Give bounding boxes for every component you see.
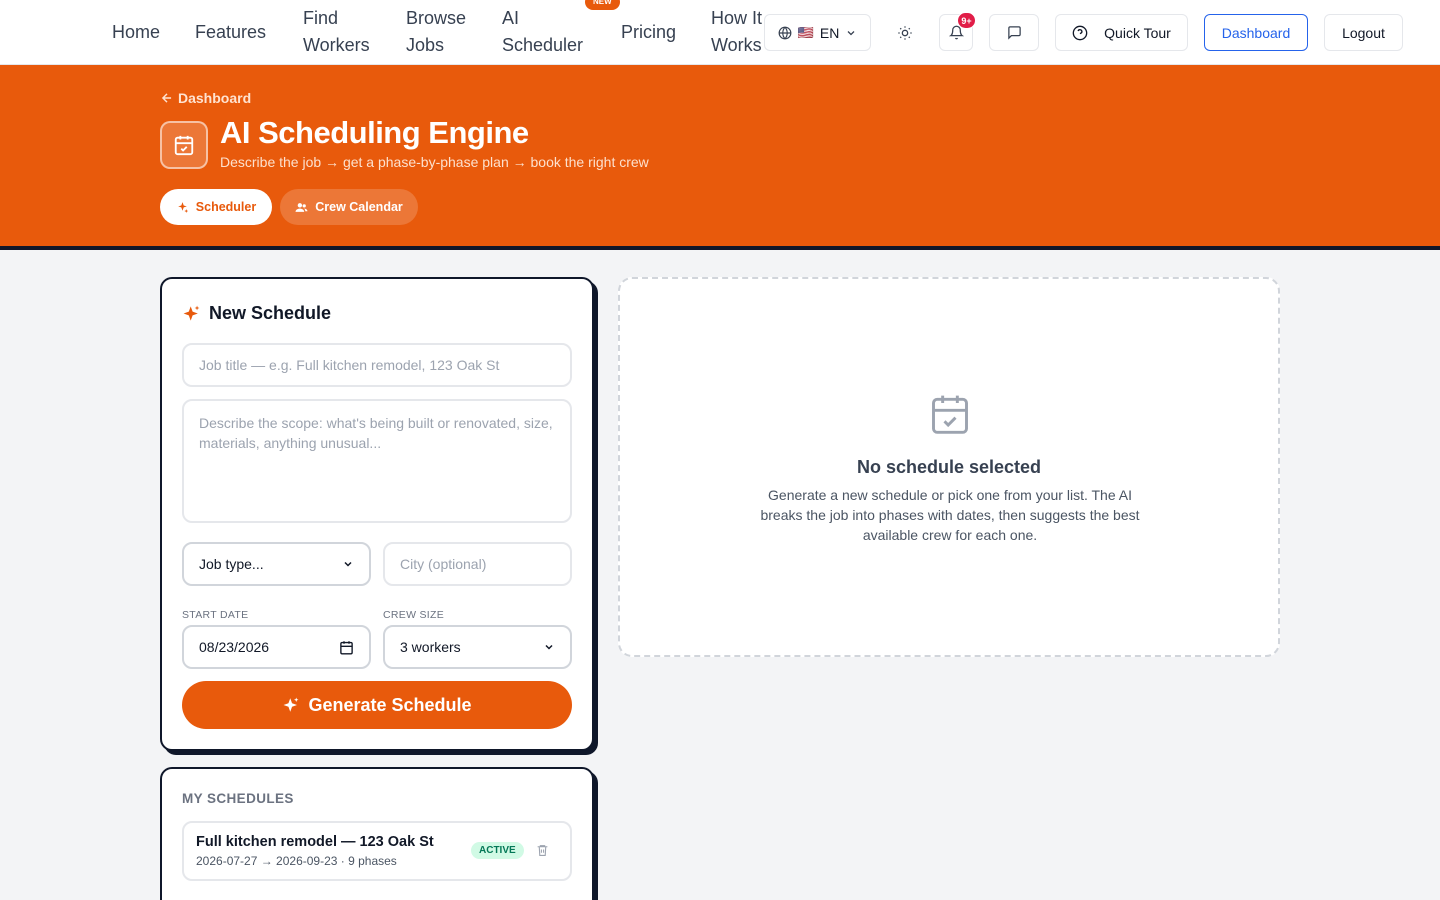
nav-find-workers[interactable]: Find Workers xyxy=(303,5,388,59)
nav-how-it-works[interactable]: How It Works xyxy=(711,5,767,59)
chevron-down-icon xyxy=(543,641,555,653)
tab-scheduler[interactable]: Scheduler xyxy=(160,189,272,225)
job-type-value: Job type... xyxy=(199,556,264,572)
arrow-left-icon xyxy=(160,91,174,105)
page-subtitle: Describe the job → get a phase-by-phase … xyxy=(220,154,649,170)
generate-schedule-button[interactable]: Generate Schedule xyxy=(182,681,572,729)
globe-icon xyxy=(778,26,792,40)
sparkle-icon xyxy=(176,201,189,214)
start-date-value: 08/23/2026 xyxy=(199,639,270,655)
new-schedule-title: New Schedule xyxy=(209,303,332,323)
schedule-list-item[interactable]: Full kitchen remodel — 123 Oak St 2026-0… xyxy=(182,821,572,881)
help-circle-icon xyxy=(1072,25,1088,41)
quick-tour-button[interactable]: Quick Tour xyxy=(1055,14,1188,51)
page-title: AI Scheduling Engine xyxy=(220,115,529,150)
nav-features[interactable]: Features xyxy=(195,19,266,46)
new-schedule-card: New Schedule Job title — e.g. Full kitch… xyxy=(160,277,594,751)
calendar-check-icon xyxy=(928,391,972,442)
nav-home[interactable]: Home xyxy=(112,19,160,46)
crew-size-value: 3 workers xyxy=(400,639,461,655)
language-selector[interactable]: 🇺🇸 EN xyxy=(764,14,871,51)
sparkle-icon xyxy=(182,304,201,323)
logout-button[interactable]: Logout xyxy=(1324,14,1403,51)
messages-button[interactable] xyxy=(989,14,1039,51)
status-badge: ACTIVE xyxy=(471,842,524,859)
tab-label: Crew Calendar xyxy=(315,200,403,214)
job-title-input[interactable]: Job title — e.g. Full kitchen remodel, 1… xyxy=(182,343,572,387)
scope-textarea[interactable]: Describe the scope: what's being built o… xyxy=(182,399,572,523)
empty-state-description: Generate a new schedule or pick one from… xyxy=(760,487,1140,543)
calendar-icon xyxy=(339,640,354,655)
sparkle-icon xyxy=(282,696,300,714)
dashboard-button[interactable]: Dashboard xyxy=(1204,14,1308,51)
quick-tour-label: Quick Tour xyxy=(1104,24,1171,41)
message-icon xyxy=(1007,25,1022,40)
theme-toggle-button[interactable] xyxy=(887,14,923,51)
back-to-dashboard-link[interactable]: Dashboard xyxy=(160,90,251,106)
new-badge: NEW xyxy=(585,0,620,10)
schedule-name: Full kitchen remodel — 123 Oak St xyxy=(196,834,434,850)
tab-crew-calendar[interactable]: Crew Calendar xyxy=(280,189,418,225)
schedule-meta: 2026-07-27 → 2026-09-23 · 9 phases xyxy=(196,854,397,868)
start-date-label: START DATE xyxy=(182,609,249,621)
nav-browse-jobs[interactable]: Browse Jobs xyxy=(406,5,481,59)
job-type-select[interactable]: Job type... xyxy=(182,542,371,586)
my-schedules-title: MY SCHEDULES xyxy=(182,791,294,806)
language-code: EN xyxy=(819,24,840,41)
crew-size-select[interactable]: 3 workers xyxy=(383,625,572,669)
back-label: Dashboard xyxy=(178,90,252,106)
tab-label: Scheduler xyxy=(195,200,257,214)
trash-icon[interactable] xyxy=(536,843,549,862)
schedule-detail-empty-state: No schedule selected Generate a new sche… xyxy=(618,277,1280,657)
nav-pricing[interactable]: Pricing xyxy=(621,19,676,46)
calendar-check-icon xyxy=(160,121,208,169)
hero-banner: Dashboard AI Scheduling Engine Describe … xyxy=(0,65,1440,250)
sun-icon xyxy=(897,25,913,41)
start-date-input[interactable]: 08/23/2026 xyxy=(182,625,371,669)
notification-count-badge: 9+ xyxy=(957,12,976,29)
generate-label: Generate Schedule xyxy=(308,694,472,715)
my-schedules-card: MY SCHEDULES Full kitchen remodel — 123 … xyxy=(160,767,594,900)
card-title: New Schedule xyxy=(182,303,331,324)
chevron-down-icon xyxy=(845,27,857,39)
empty-state-title: No schedule selected xyxy=(856,457,1042,477)
city-input[interactable]: City (optional) xyxy=(383,542,572,586)
crew-size-label: CREW SIZE xyxy=(383,609,445,621)
nav-ai-scheduler[interactable]: AI Scheduler xyxy=(502,5,592,59)
flag-icon: 🇺🇸 xyxy=(797,24,814,40)
top-navbar: Home Features Find Workers Browse Jobs A… xyxy=(0,0,1440,65)
chevron-down-icon xyxy=(342,558,354,570)
users-icon xyxy=(295,201,308,214)
